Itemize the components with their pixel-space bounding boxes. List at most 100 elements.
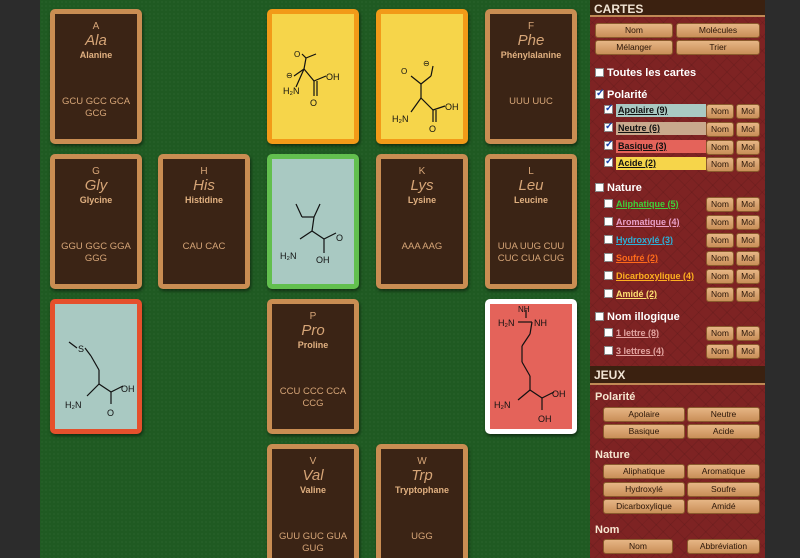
jeu-aliphatique-button[interactable]: Aliphatique — [603, 464, 685, 479]
basique-row[interactable]: Basique (3) — [604, 138, 706, 154]
card-abbr: Val — [302, 467, 324, 484]
aliphatique-link[interactable]: Aliphatique (5) — [616, 199, 679, 209]
card-letter: A — [92, 21, 100, 32]
apolaire-mol-button[interactable]: Mol — [736, 104, 760, 119]
nature-checkbox[interactable] — [595, 183, 604, 192]
nom-illogique-checkbox[interactable] — [595, 312, 604, 321]
basique-checkbox[interactable] — [604, 138, 613, 152]
polarite-checkbox[interactable] — [595, 87, 604, 101]
amide-link[interactable]: Amidé (2) — [616, 289, 657, 299]
amide-checkbox[interactable] — [604, 289, 613, 298]
aromatique-link[interactable]: Aromatique (4) — [616, 217, 680, 227]
card-molecule-aspartate[interactable]: ⊖ O OH H₂N O — [267, 9, 359, 144]
polarite-row[interactable]: Polarité — [595, 87, 647, 102]
card-alanine[interactable]: A Ala Alanine GCU GCC GCA GCG — [50, 9, 142, 144]
aliphatique-row[interactable]: Aliphatique (5) — [604, 197, 679, 211]
card-molecule-arginine[interactable]: NH H₂N NH H₂N OH OH — [485, 299, 577, 434]
dicarboxylique-link[interactable]: Dicarboxylique (4) — [616, 271, 694, 281]
hydroxyle-mol-button[interactable]: Mol — [736, 233, 760, 248]
jeu-basique-button[interactable]: Basique — [603, 424, 685, 439]
jeu-aromatique-button[interactable]: Aromatique — [687, 464, 760, 479]
card-glycine[interactable]: G Gly Glycine GGU GGC GGA GGG — [50, 154, 142, 289]
neutre-mol-button[interactable]: Mol — [736, 122, 760, 137]
card-valine[interactable]: V Val Valine GUU GUC GUA GUG — [267, 444, 359, 558]
card-abbr: Ala — [85, 32, 107, 49]
toutes-checkbox[interactable] — [595, 68, 604, 77]
aromatique-nom-button[interactable]: Nom — [706, 215, 734, 230]
acide-mol-button[interactable]: Mol — [736, 157, 760, 172]
nom-button[interactable]: Nom — [595, 23, 673, 38]
une-lettre-mol-button[interactable]: Mol — [736, 326, 760, 341]
aliphatique-mol-button[interactable]: Mol — [736, 197, 760, 212]
card-tryptophane[interactable]: W Trp Tryptophane UGG — [376, 444, 468, 558]
card-leucine[interactable]: L Leu Leucine UUA UUG CUU CUC CUA CUG — [485, 154, 577, 289]
hydroxyle-row[interactable]: Hydroxylé (3) — [604, 233, 673, 247]
jeu-hydroxyle-button[interactable]: Hydroxylé — [603, 482, 685, 497]
trois-lettres-mol-button[interactable]: Mol — [736, 344, 760, 359]
hydroxyle-nom-button[interactable]: Nom — [706, 233, 734, 248]
trois-lettres-link[interactable]: 3 lettres (4) — [616, 346, 664, 356]
jeu-amide-button[interactable]: Amidé — [687, 499, 760, 514]
card-lysine[interactable]: K Lys Lysine AAA AAG — [376, 154, 468, 289]
card-proline[interactable]: P Pro Proline CCU CCC CCA CCG — [267, 299, 359, 434]
basique-nom-button[interactable]: Nom — [706, 140, 734, 155]
acide-nom-button[interactable]: Nom — [706, 157, 734, 172]
jeu-apolaire-button[interactable]: Apolaire — [603, 407, 685, 422]
hydroxyle-checkbox[interactable] — [604, 235, 613, 244]
jeu-neutre-button[interactable]: Neutre — [687, 407, 760, 422]
dicarboxylique-checkbox[interactable] — [604, 271, 613, 280]
apolaire-row[interactable]: Apolaire (9) — [604, 102, 706, 118]
soufre-mol-button[interactable]: Mol — [736, 251, 760, 266]
trois-lettres-checkbox[interactable] — [604, 346, 613, 355]
dicarboxylique-row[interactable]: Dicarboxylique (4) — [604, 269, 694, 283]
hydroxyle-link[interactable]: Hydroxylé (3) — [616, 235, 673, 245]
svg-text:S: S — [78, 344, 84, 354]
jeu-dicarboxylique-button[interactable]: Dicarboxylique — [603, 499, 685, 514]
soufre-checkbox[interactable] — [604, 253, 613, 262]
molecules-button[interactable]: Molécules — [676, 23, 760, 38]
apolaire-checkbox[interactable] — [604, 102, 613, 116]
jeu-abbreviation-button[interactable]: Abbréviation — [687, 539, 760, 554]
card-molecule-isoleucine[interactable]: H₂N O OH — [267, 154, 359, 289]
jeu-nom-button[interactable]: Nom — [603, 539, 673, 554]
neutre-checkbox[interactable] — [604, 120, 613, 134]
card-phenylalanine[interactable]: F Phe Phénylalanine UUU UUC — [485, 9, 577, 144]
jeu-acide-button[interactable]: Acide — [687, 424, 760, 439]
nom-illogique-row[interactable]: Nom illogique — [595, 310, 680, 324]
card-letter: G — [92, 166, 100, 177]
aromatique-mol-button[interactable]: Mol — [736, 215, 760, 230]
card-letter: P — [309, 311, 317, 322]
card-histidine[interactable]: H His Histidine CAU CAC — [158, 154, 250, 289]
basique-mol-button[interactable]: Mol — [736, 140, 760, 155]
une-lettre-checkbox[interactable] — [604, 328, 613, 337]
melanger-button[interactable]: Mélanger — [595, 40, 673, 55]
apolaire-nom-button[interactable]: Nom — [706, 104, 734, 119]
card-molecule-glutamate[interactable]: ⊖ O OH H₂N O — [376, 9, 468, 144]
acide-checkbox[interactable] — [604, 155, 613, 169]
amide-row[interactable]: Amidé (2) — [604, 287, 657, 301]
dicarboxylique-mol-button[interactable]: Mol — [736, 269, 760, 284]
aromatique-row[interactable]: Aromatique (4) — [604, 215, 680, 229]
amide-nom-button[interactable]: Nom — [706, 287, 734, 302]
soufre-row[interactable]: Soufré (2) — [604, 251, 658, 265]
une-lettre-nom-button[interactable]: Nom — [706, 326, 734, 341]
dicarboxylique-nom-button[interactable]: Nom — [706, 269, 734, 284]
trois-lettres-row[interactable]: 3 lettres (4) — [604, 344, 664, 358]
aromatique-checkbox[interactable] — [604, 217, 613, 226]
trois-lettres-nom-button[interactable]: Nom — [706, 344, 734, 359]
soufre-link[interactable]: Soufré (2) — [616, 253, 658, 263]
neutre-row[interactable]: Neutre (6) — [604, 120, 706, 136]
acide-row[interactable]: Acide (2) — [604, 155, 706, 171]
trier-button[interactable]: Trier — [676, 40, 760, 55]
neutre-nom-button[interactable]: Nom — [706, 122, 734, 137]
card-molecule-methionine[interactable]: S H₂N OH O — [50, 299, 142, 434]
une-lettre-link[interactable]: 1 lettre (8) — [616, 328, 659, 338]
jeu-soufre-button[interactable]: Soufre — [687, 482, 760, 497]
aliphatique-checkbox[interactable] — [604, 199, 613, 208]
nature-row[interactable]: Nature — [595, 181, 642, 195]
aliphatique-nom-button[interactable]: Nom — [706, 197, 734, 212]
amide-mol-button[interactable]: Mol — [736, 287, 760, 302]
toutes-cartes-row[interactable]: Toutes les cartes — [595, 66, 696, 80]
une-lettre-row[interactable]: 1 lettre (8) — [604, 326, 659, 340]
soufre-nom-button[interactable]: Nom — [706, 251, 734, 266]
